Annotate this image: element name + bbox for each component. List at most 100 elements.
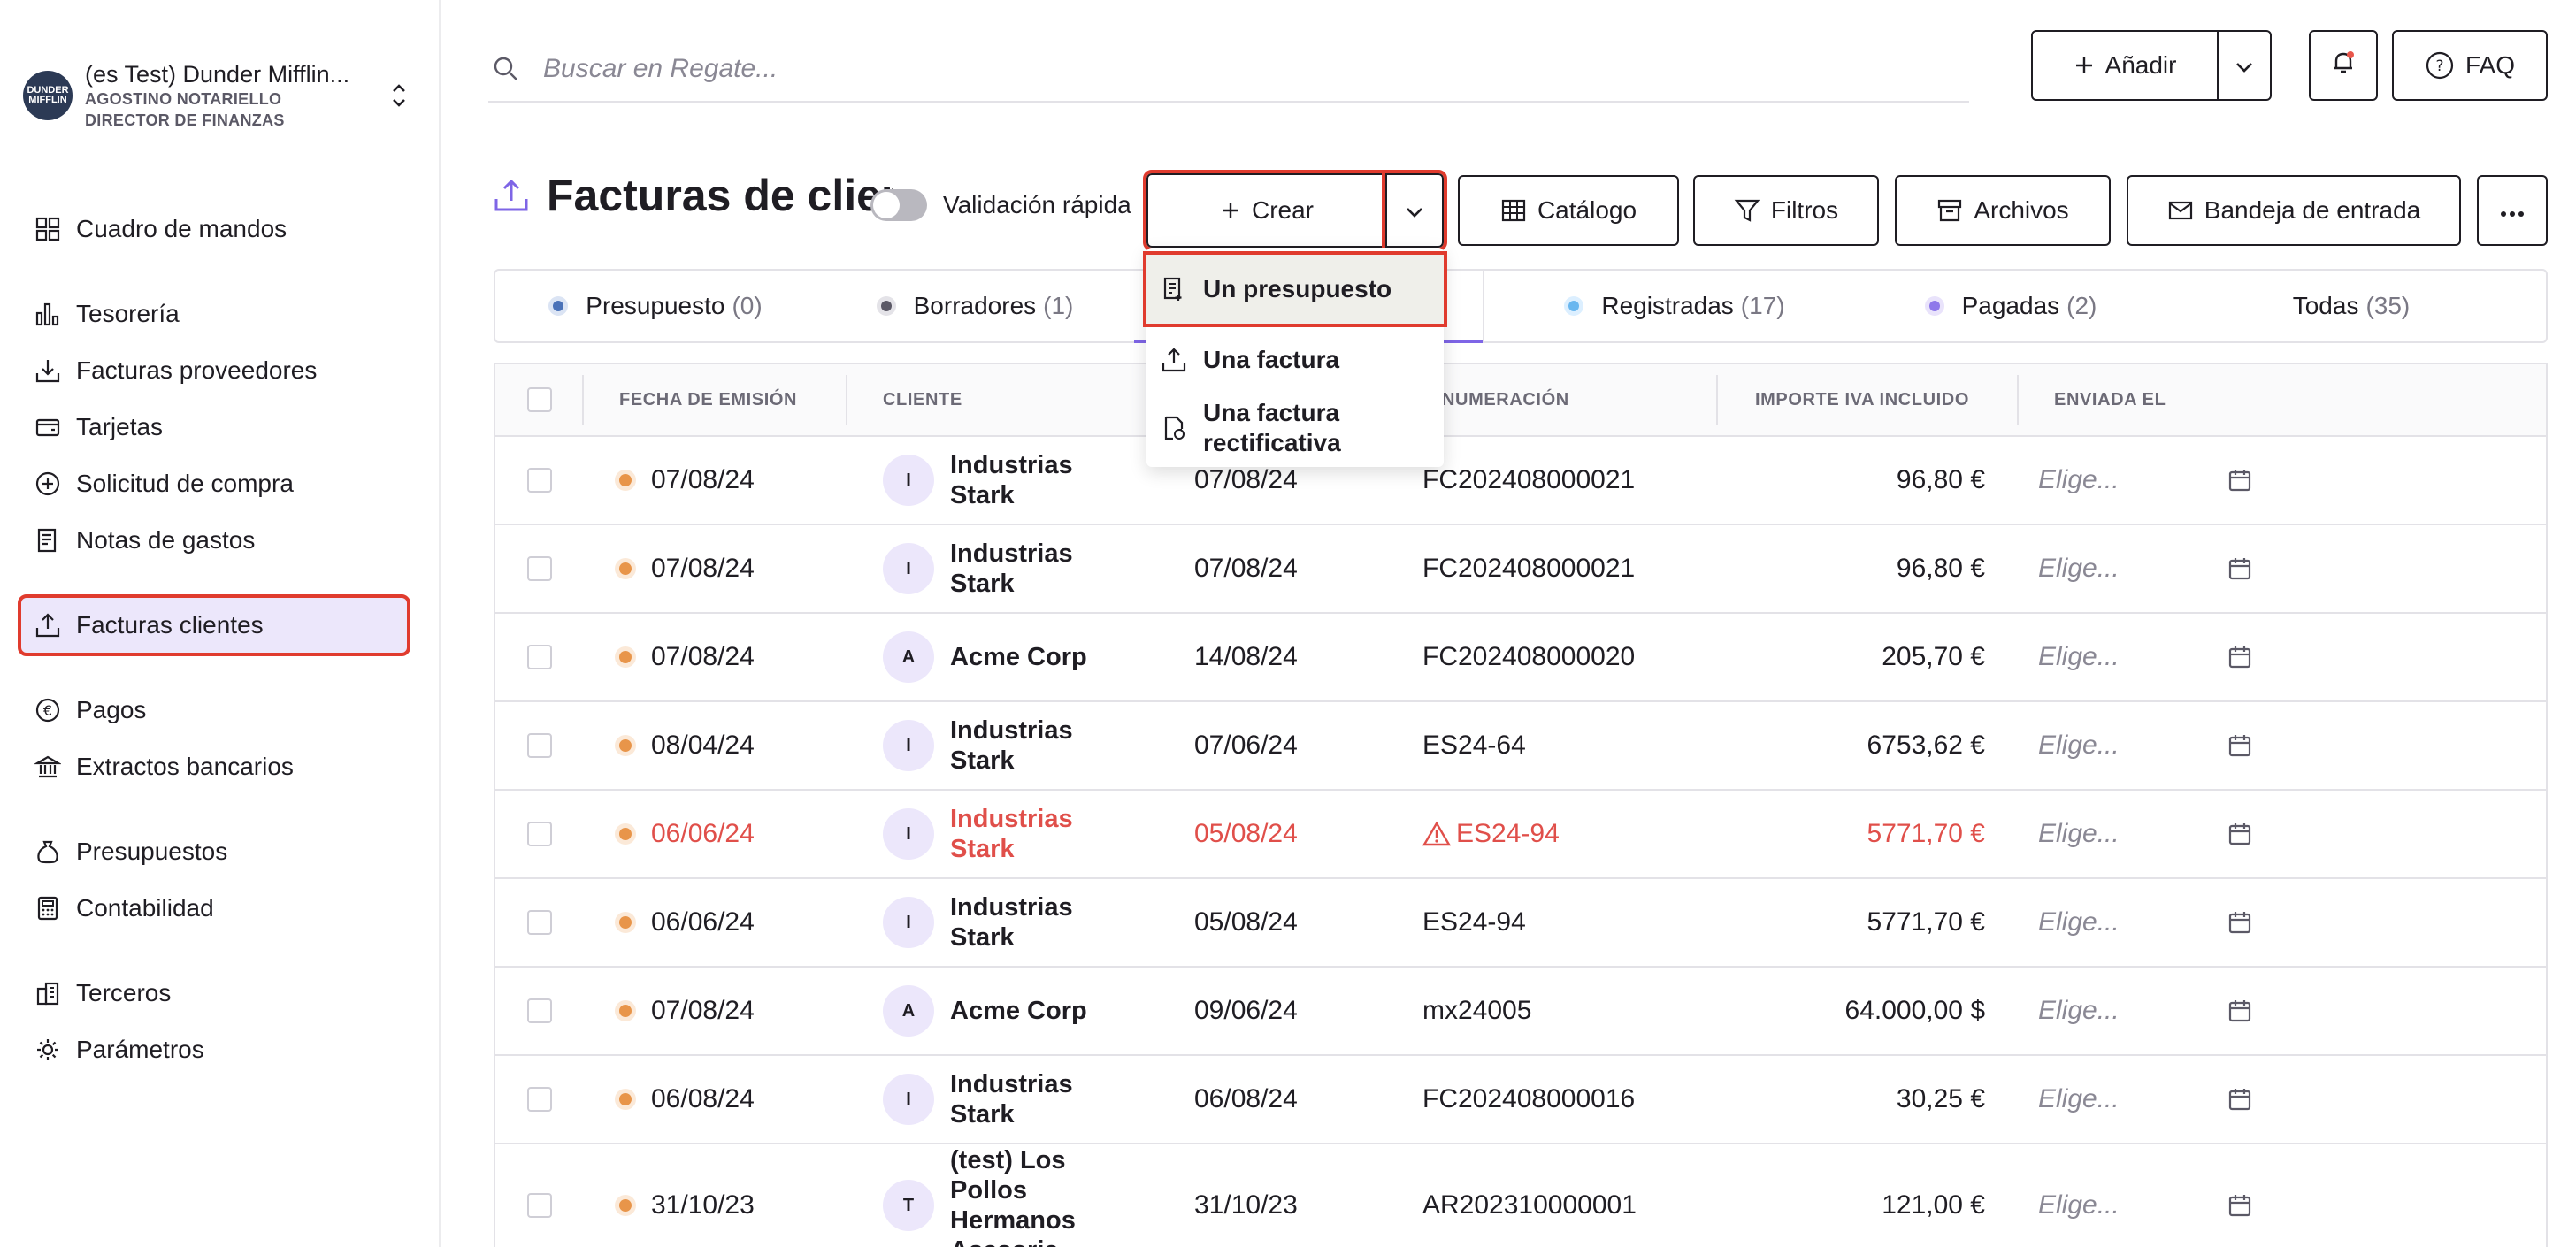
create-dropdown-button[interactable] [1382,170,1447,251]
row-checkbox[interactable] [527,702,552,789]
tab-paid[interactable]: Pagadas (2) [1865,271,2157,341]
calendar-icon[interactable] [2227,1144,2252,1247]
menu-item-quote[interactable]: Un presupuesto [1143,251,1447,327]
client-avatar: I [883,1074,934,1125]
sidebar-item-bank-statements[interactable]: Extractos bancarios [21,739,407,794]
client-cell[interactable]: A Acme Corp [883,968,1092,1054]
calendar-icon[interactable] [2227,968,2252,1054]
sidebar-item-expense-notes[interactable]: Notas de gastos [21,513,407,568]
search-bar[interactable] [488,37,1969,103]
row-checkbox[interactable] [527,525,552,612]
tab-registered[interactable]: Registradas (17) [1484,271,1865,341]
create-button[interactable]: Crear [1143,170,1391,251]
table-row[interactable]: 07/08/24 A Acme Corp 09/06/24 mx24005 64.000,… [495,968,2546,1056]
menu-item-invoice[interactable]: Una factura [1146,333,1444,387]
catalog-button[interactable]: Catálogo [1458,175,1679,246]
sidebar-item-accounting[interactable]: Contabilidad [21,881,407,936]
invoice-number: FC202408000016 [1422,1084,1636,1113]
column-client[interactable]: CLIENTE [883,364,962,435]
select-all-checkbox[interactable] [527,364,552,435]
tab-all[interactable]: Todas (35) [2157,271,2546,341]
sidebar-item-treasury[interactable]: Tesorería [21,287,407,341]
sidebar-item-settings[interactable]: Parámetros [21,1022,407,1077]
client-cell[interactable]: T (test) Los Pollos Hermanos Asesoria [883,1144,1092,1247]
table-row[interactable]: 06/06/24 I Industrias Stark 05/08/24 ES24-94… [495,879,2546,968]
amount: 121,00 € [1882,1190,1985,1220]
client-cell[interactable]: I Industrias Stark [883,1056,1092,1143]
client-cell[interactable]: I Industrias Stark [883,437,1092,524]
sidebar-item-dashboard[interactable]: Cuadro de mandos [21,202,407,256]
calendar-icon[interactable] [2227,879,2252,966]
column-numbering[interactable]: NUMERACIÓN [1442,364,1569,435]
client-cell[interactable]: I Industrias Stark [883,791,1092,877]
client-cell[interactable]: I Industrias Stark [883,525,1092,612]
sidebar-item-supplier-invoices[interactable]: Facturas proveedores [21,343,407,398]
row-checkbox[interactable] [527,791,552,877]
client-cell[interactable]: A Acme Corp [883,614,1092,700]
invoice-number: AR202310000001 [1422,1190,1637,1220]
client-cell[interactable]: I Industrias Stark [883,879,1092,966]
calendar-icon[interactable] [2227,1056,2252,1143]
sidebar-item-label: Pagos [76,696,147,723]
add-dropdown-button[interactable] [2217,30,2272,101]
column-amount[interactable]: IMPORTE IVA INCLUIDO [1755,364,1969,435]
row-checkbox[interactable] [527,968,552,1054]
row-checkbox[interactable] [527,879,552,966]
chevron-up-down-icon[interactable] [386,73,412,118]
client-cell[interactable]: I Industrias Stark [883,702,1092,789]
organization-switcher[interactable]: DUNDER MIFFLIN (es Test) Dunder Mifflin..… [23,55,412,136]
calendar-icon[interactable] [2227,791,2252,877]
calendar-icon[interactable] [2227,614,2252,700]
sent-on-field[interactable]: Elige... [2038,968,2120,1054]
table-row[interactable]: 31/10/23 T (test) Los Pollos Hermanos Ases… [495,1144,2546,1247]
filter-icon [1734,197,1760,224]
sent-on-placeholder: Elige... [2038,907,2120,937]
chevron-down-icon [1405,196,1424,225]
sidebar-item-purchase-request[interactable]: Solicitud de compra [21,456,407,511]
sent-on-field[interactable]: Elige... [2038,1056,2120,1143]
row-checkbox[interactable] [527,1056,552,1143]
money-bag-icon [32,836,64,868]
more-options-button[interactable] [2477,175,2548,246]
table-row[interactable]: 08/04/24 I Industrias Stark 07/06/24 ES24-64… [495,702,2546,791]
row-checkbox[interactable] [527,1144,552,1247]
dashboard-icon [32,213,64,245]
issue-date: 07/08/24 [651,642,755,671]
table-row[interactable]: 07/08/24 I Industrias Stark 07/08/24 FC20240… [495,525,2546,614]
faq-button[interactable]: ? FAQ [2392,30,2548,101]
add-button[interactable]: Añadir [2031,30,2219,101]
row-checkbox[interactable] [527,437,552,524]
sent-on-field[interactable]: Elige... [2038,614,2120,700]
column-sent-on[interactable]: ENVIADA EL [2054,364,2166,435]
quick-validation-toggle[interactable] [870,189,927,221]
sidebar-item-budgets[interactable]: Presupuestos [21,824,407,879]
notifications-button[interactable] [2309,30,2378,101]
sidebar-item-third-parties[interactable]: Terceros [21,966,407,1021]
sent-on-field[interactable]: Elige... [2038,702,2120,789]
sent-on-field[interactable]: Elige... [2038,879,2120,966]
calendar-icon[interactable] [2227,437,2252,524]
row-checkbox[interactable] [527,614,552,700]
search-input[interactable] [543,54,1870,84]
calendar-icon[interactable] [2227,525,2252,612]
filters-button[interactable]: Filtros [1693,175,1879,246]
table-row[interactable]: 06/08/24 I Industrias Stark 06/08/24 FC20240… [495,1056,2546,1144]
column-issue-date[interactable]: FECHA DE EMISIÓN [619,364,797,435]
sidebar-item-customer-invoices[interactable]: Facturas clientes [18,594,410,656]
menu-item-corrective-invoice[interactable]: Una factura rectificativa [1146,393,1444,463]
sent-on-field[interactable]: Elige... [2038,1144,2120,1247]
table-row[interactable]: 07/08/24 I Industrias Stark 07/08/24 FC20240… [495,437,2546,525]
sent-on-field[interactable]: Elige... [2038,791,2120,877]
numbering-cell: ES24-94 [1422,791,1560,877]
sidebar-item-cards[interactable]: Tarjetas [21,400,407,455]
table-row[interactable]: 06/06/24 I Industrias Stark 05/08/24 ES24-94… [495,791,2546,879]
tab-drafts[interactable]: Borradores (1) [816,271,1134,341]
sent-on-field[interactable]: Elige... [2038,525,2120,612]
inbox-button[interactable]: Bandeja de entrada [2127,175,2461,246]
calendar-icon[interactable] [2227,702,2252,789]
table-row[interactable]: 07/08/24 A Acme Corp 14/08/24 FC202408000020… [495,614,2546,702]
archives-button[interactable]: Archivos [1895,175,2111,246]
sidebar-item-payments[interactable]: € Pagos [21,683,407,738]
tab-quote[interactable]: Presupuesto (0) [495,271,816,341]
sent-on-field[interactable]: Elige... [2038,437,2120,524]
